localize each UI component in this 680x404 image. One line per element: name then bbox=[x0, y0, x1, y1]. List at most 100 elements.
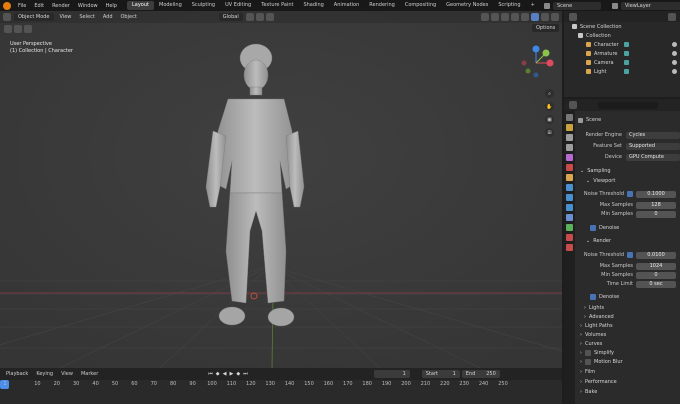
select-box-icon[interactable] bbox=[4, 25, 12, 33]
eye-icon[interactable] bbox=[672, 60, 677, 65]
material-tab-icon[interactable] bbox=[566, 234, 573, 241]
eye-icon[interactable] bbox=[672, 42, 677, 47]
menu-select[interactable]: Select bbox=[75, 14, 98, 20]
menu-playback[interactable]: Playback bbox=[2, 371, 32, 377]
gizmo-y-icon[interactable] bbox=[542, 49, 550, 57]
mode-dropdown[interactable]: Object Mode bbox=[14, 13, 54, 21]
menu-window[interactable]: Window bbox=[74, 3, 102, 9]
vp-denoise-checkbox[interactable] bbox=[590, 225, 596, 231]
simplify-checkbox[interactable] bbox=[585, 350, 591, 356]
3d-viewport[interactable]: Object Mode View Select Add Object Globa… bbox=[0, 11, 562, 368]
sampling-panel-header[interactable]: ⌄ Sampling bbox=[580, 166, 611, 176]
proportional-edit-icon[interactable] bbox=[265, 13, 274, 21]
outliner-collection[interactable]: Collection bbox=[564, 31, 680, 40]
tab-uv-editing[interactable]: UV Editing bbox=[220, 1, 256, 10]
outliner-editor-icon[interactable] bbox=[569, 12, 577, 21]
play-icon[interactable]: ▶ bbox=[230, 371, 234, 377]
rendered-shading-icon[interactable] bbox=[551, 13, 559, 21]
menu-marker[interactable]: Marker bbox=[77, 371, 102, 377]
options-label[interactable]: Options bbox=[532, 24, 560, 32]
physics-tab-icon[interactable] bbox=[566, 204, 573, 211]
start-frame-field[interactable]: Start 1 bbox=[421, 370, 460, 378]
hand-pan-icon[interactable]: ✋ bbox=[545, 102, 554, 111]
visibility-icon[interactable] bbox=[481, 13, 489, 21]
motion-blur-panel-header[interactable]: › Motion Blur bbox=[580, 357, 623, 367]
r-denoise-row[interactable]: Denoise bbox=[590, 292, 619, 302]
render-engine-dropdown[interactable]: Cycles bbox=[626, 131, 680, 139]
bake-panel-header[interactable]: › Bake bbox=[580, 387, 597, 397]
snap-icon[interactable] bbox=[255, 13, 264, 21]
end-frame-field[interactable]: End 250 bbox=[461, 370, 500, 378]
view-layer-tab-icon[interactable] bbox=[566, 144, 573, 151]
overlay-toggle-icon[interactable] bbox=[501, 13, 509, 21]
outliner-filter-icon[interactable] bbox=[668, 12, 676, 21]
world-tab-icon[interactable] bbox=[566, 164, 573, 171]
gizmo-z-icon[interactable] bbox=[532, 45, 540, 53]
modifier-tab-icon[interactable] bbox=[566, 184, 573, 191]
motion-blur-checkbox[interactable] bbox=[585, 359, 591, 365]
output-tab-icon[interactable] bbox=[566, 134, 573, 141]
constraints-tab-icon[interactable] bbox=[566, 214, 573, 221]
gizmo-toggle-icon[interactable] bbox=[491, 13, 499, 21]
next-keyframe-icon[interactable]: ◆ bbox=[236, 371, 240, 377]
outliner-item-character[interactable]: Character bbox=[564, 40, 680, 49]
camera-view-icon[interactable]: ▣ bbox=[545, 115, 554, 124]
material-shading-icon[interactable] bbox=[541, 13, 549, 21]
navigation-gizmo[interactable] bbox=[516, 41, 556, 81]
editor-type-icon[interactable] bbox=[3, 13, 11, 21]
outliner-item-armature[interactable]: Armature bbox=[564, 49, 680, 58]
render-tab-icon[interactable] bbox=[566, 124, 573, 131]
solid-shading-icon[interactable] bbox=[531, 13, 539, 21]
outliner-scene-collection[interactable]: Scene Collection bbox=[564, 22, 680, 31]
eye-icon[interactable] bbox=[672, 51, 677, 56]
play-reverse-icon[interactable]: ◀ bbox=[223, 371, 227, 377]
menu-render[interactable]: Render bbox=[48, 3, 74, 9]
jump-end-icon[interactable]: ⏭ bbox=[243, 371, 248, 377]
performance-panel-header[interactable]: › Performance bbox=[580, 377, 617, 387]
r-denoise-checkbox[interactable] bbox=[590, 294, 596, 300]
transform-orientation-dropdown[interactable]: Global bbox=[218, 13, 243, 21]
menu-view[interactable]: View bbox=[56, 14, 76, 20]
scene-tab-icon[interactable] bbox=[566, 154, 573, 161]
gizmo-x-icon[interactable] bbox=[546, 59, 554, 67]
vp-noise-checkbox[interactable] bbox=[627, 191, 633, 197]
properties-search-input[interactable] bbox=[598, 101, 658, 109]
tool-tab-icon[interactable] bbox=[566, 114, 573, 121]
film-panel-header[interactable]: › Film bbox=[580, 367, 595, 377]
properties-editor-icon[interactable] bbox=[569, 101, 577, 109]
viewlayer-selector[interactable]: ViewLayer bbox=[612, 1, 680, 10]
r-max-samples-field[interactable]: 1024 bbox=[636, 262, 676, 270]
particles-tab-icon[interactable] bbox=[566, 194, 573, 201]
outliner-item-camera[interactable]: Camera bbox=[564, 58, 680, 67]
menu-edit[interactable]: Edit bbox=[30, 3, 48, 9]
r-noise-threshold-field[interactable]: 0.0100 bbox=[636, 251, 676, 259]
r-noise-checkbox[interactable] bbox=[627, 252, 633, 258]
tab-rendering[interactable]: Rendering bbox=[364, 1, 400, 10]
r-time-limit-field[interactable]: 0 sec bbox=[636, 280, 676, 288]
add-workspace-button[interactable]: + bbox=[526, 1, 540, 10]
feature-set-dropdown[interactable]: Supported bbox=[626, 142, 680, 150]
scene-name-field[interactable]: Scene bbox=[553, 1, 601, 10]
pivot-icon[interactable] bbox=[245, 13, 254, 21]
menu-keying[interactable]: Keying bbox=[32, 371, 57, 377]
menu-add[interactable]: Add bbox=[99, 14, 117, 20]
tab-shading[interactable]: Shading bbox=[298, 1, 328, 10]
eye-icon[interactable] bbox=[672, 69, 677, 74]
blender-logo-icon[interactable] bbox=[3, 1, 11, 10]
tab-modeling[interactable]: Modeling bbox=[154, 1, 187, 10]
scene-selector[interactable]: Scene bbox=[544, 1, 601, 10]
object-tab-icon[interactable] bbox=[566, 174, 573, 181]
prev-keyframe-icon[interactable]: ◆ bbox=[216, 371, 220, 377]
tab-animation[interactable]: Animation bbox=[329, 1, 365, 10]
tab-layout[interactable]: Layout bbox=[127, 1, 154, 10]
device-dropdown[interactable]: GPU Compute bbox=[626, 153, 680, 161]
texture-tab-icon[interactable] bbox=[566, 244, 573, 251]
wireframe-shading-icon[interactable] bbox=[521, 13, 529, 21]
render-subpanel-header[interactable]: ⌄ Render bbox=[586, 236, 611, 246]
viewlayer-name-field[interactable]: ViewLayer bbox=[621, 1, 680, 10]
select-mode-icon[interactable] bbox=[14, 25, 22, 33]
zoom-icon[interactable]: ⌕ bbox=[545, 89, 554, 98]
timeline-track-area[interactable] bbox=[0, 380, 562, 404]
tab-texture-paint[interactable]: Texture Paint bbox=[256, 1, 298, 10]
viewport-subpanel-header[interactable]: ⌄ Viewport bbox=[586, 176, 615, 186]
